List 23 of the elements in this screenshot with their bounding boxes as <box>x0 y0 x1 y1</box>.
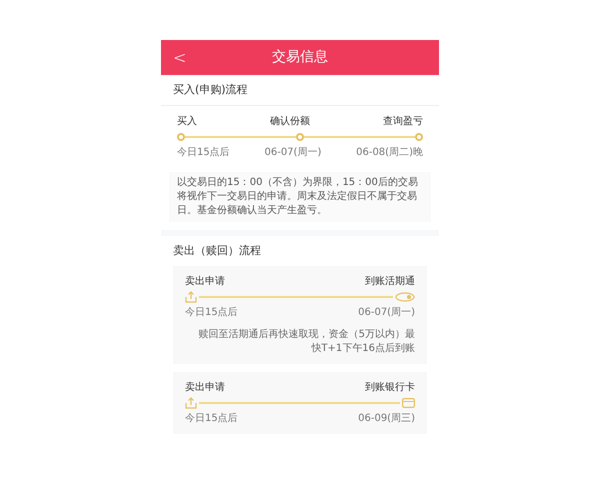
step-label: 卖出申请 <box>185 380 225 395</box>
step-label: 确认份额 <box>270 114 310 129</box>
section-title: 买入(申购)流程 <box>161 76 439 106</box>
step-date: 06-08(周二)晚 <box>356 146 423 160</box>
step-date: 今日15点后 <box>185 412 238 426</box>
step-date: 06-07(周一) <box>358 306 415 320</box>
card-icon <box>402 398 415 408</box>
step-label: 买入 <box>177 114 197 129</box>
share-icon <box>185 291 197 303</box>
step-label: 到账活期通 <box>365 274 415 289</box>
step-date: 06-09(周三) <box>358 412 415 426</box>
step-label: 查询盈亏 <box>383 114 423 129</box>
share-icon <box>185 397 197 409</box>
step-label: 到账银行卡 <box>365 380 415 395</box>
step-date: 06-07(周一) <box>264 146 322 160</box>
note-text: 以交易日的15：00（不含）为界限，15：00后的交易将视作下一交易日的申请。周末及法定假日不属于交易日。基金份额确认当天产生盈亏。 <box>169 172 431 222</box>
step-label: 卖出申请 <box>185 274 225 289</box>
back-button[interactable]: < <box>173 46 193 70</box>
step-date: 今日15点后 <box>185 306 238 320</box>
section-title: 卖出（赎回）流程 <box>173 242 262 259</box>
note-text: 赎回至活期通后再快速取现，资金（5万以内）最快T+1下午16点后到账 <box>198 328 415 356</box>
step-date: 今日15点后 <box>177 146 230 160</box>
page-title: 交易信息 <box>272 48 328 67</box>
